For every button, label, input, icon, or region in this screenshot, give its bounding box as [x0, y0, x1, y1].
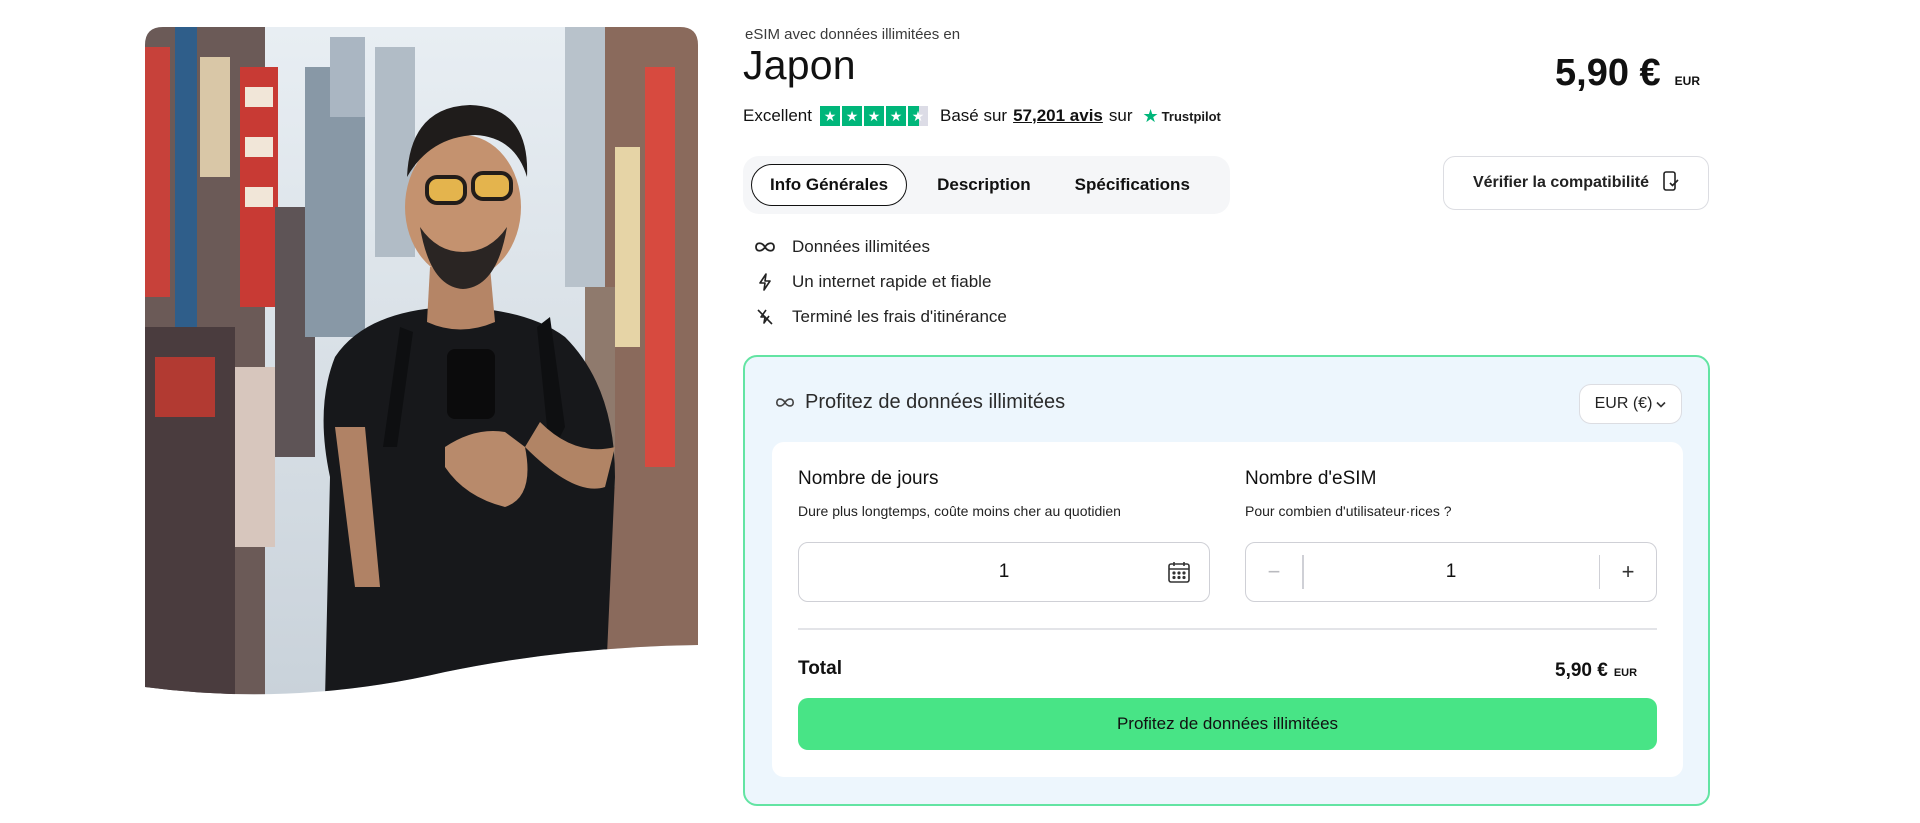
days-label: Nombre de jours — [798, 468, 939, 489]
days-value: 1 — [998, 561, 1010, 582]
total-value: 5,90 € — [1555, 660, 1608, 681]
total-price: 5,90 € EUR — [1555, 660, 1637, 682]
esim-quantity-value[interactable]: 1 — [1304, 561, 1599, 583]
calendar-icon[interactable] — [1167, 560, 1191, 590]
trustpilot-star-icon: ★ — [1142, 106, 1159, 126]
currency-select-value: EUR (€) — [1594, 395, 1653, 412]
tab-description[interactable]: Description — [919, 164, 1049, 206]
days-hint: Dure plus longtemps, coûte moins cher au… — [798, 503, 1121, 519]
tab-specifications[interactable]: Spécifications — [1057, 164, 1208, 206]
lightning-icon — [752, 272, 778, 291]
feature-label: Un internet rapide et fiable — [792, 271, 992, 291]
phone-check-icon — [1663, 170, 1679, 196]
trustpilot-name: Trustpilot — [1161, 108, 1221, 124]
currency-select[interactable]: EUR (€) — [1579, 384, 1682, 424]
no-roaming-icon — [752, 308, 778, 326]
infinity-icon — [752, 241, 778, 253]
feature-label: Données illimitées — [792, 236, 930, 256]
feature-list: Données illimitées Un internet rapide et… — [752, 229, 1007, 334]
feature-label: Terminé les frais d'itinérance — [792, 306, 1007, 326]
check-compatibility-label: Vérifier la compatibilité — [1472, 174, 1650, 191]
plan-options: Nombre de jours Dure plus longtemps, coû… — [772, 442, 1683, 777]
product-subtitle: eSIM avec données illimitées en — [745, 26, 961, 43]
esim-quantity-stepper: − 1 + — [1245, 542, 1657, 602]
rating-label: Excellent — [743, 106, 812, 125]
price-currency: EUR — [1674, 74, 1700, 88]
star-icon: ★ — [885, 106, 906, 126]
rating-on: sur — [1108, 106, 1133, 125]
star-icon: ★ — [863, 106, 884, 126]
increment-button[interactable]: + — [1600, 543, 1656, 601]
days-input[interactable]: 1 — [798, 542, 1210, 602]
page-title: Japon — [743, 42, 856, 88]
tab-bar: Info Générales Description Spécification… — [743, 156, 1230, 214]
plan-heading: Profitez de données illimitées — [775, 391, 1065, 414]
trustpilot-rating: Excellent ★ ★ ★ ★ ★ Basé sur 57,201 avis… — [743, 105, 1221, 127]
esims-hint: Pour combien d'utilisateur·rices ? — [1245, 503, 1452, 519]
feature-item: Données illimitées — [752, 229, 1007, 264]
plan-card: Profitez de données illimitées EUR (€) N… — [743, 355, 1710, 806]
rating-based-on: Basé sur — [939, 106, 1008, 125]
decrement-button[interactable]: − — [1246, 543, 1302, 601]
plan-heading-text: Profitez de données illimitées — [805, 391, 1066, 413]
feature-item: Un internet rapide et fiable — [752, 264, 1007, 299]
total-label: Total — [798, 658, 842, 679]
esims-label: Nombre d'eSIM — [1245, 468, 1377, 489]
check-compatibility-button[interactable]: Vérifier la compatibilité — [1443, 156, 1709, 210]
star-icon: ★ — [841, 106, 862, 126]
feature-item: Terminé les frais d'itinérance — [752, 299, 1007, 334]
buy-button[interactable]: Profitez de données illimitées — [798, 698, 1657, 750]
half-star-icon: ★ — [907, 106, 928, 126]
reviews-link[interactable]: 57,201 avis — [1013, 106, 1103, 126]
star-icon: ★ — [819, 106, 840, 126]
price-value: 5,90 € — [1555, 52, 1661, 94]
price: 5,90 € EUR — [1555, 52, 1700, 95]
hero-image — [145, 27, 698, 699]
trustpilot-logo: ★ Trustpilot — [1143, 107, 1221, 125]
chevron-down-icon — [1656, 395, 1666, 413]
divider — [798, 628, 1657, 630]
rating-stars: ★ ★ ★ ★ ★ — [819, 106, 928, 126]
tab-info-generales[interactable]: Info Générales — [751, 164, 908, 206]
total-currency: EUR — [1613, 667, 1638, 679]
infinity-icon — [775, 391, 795, 414]
